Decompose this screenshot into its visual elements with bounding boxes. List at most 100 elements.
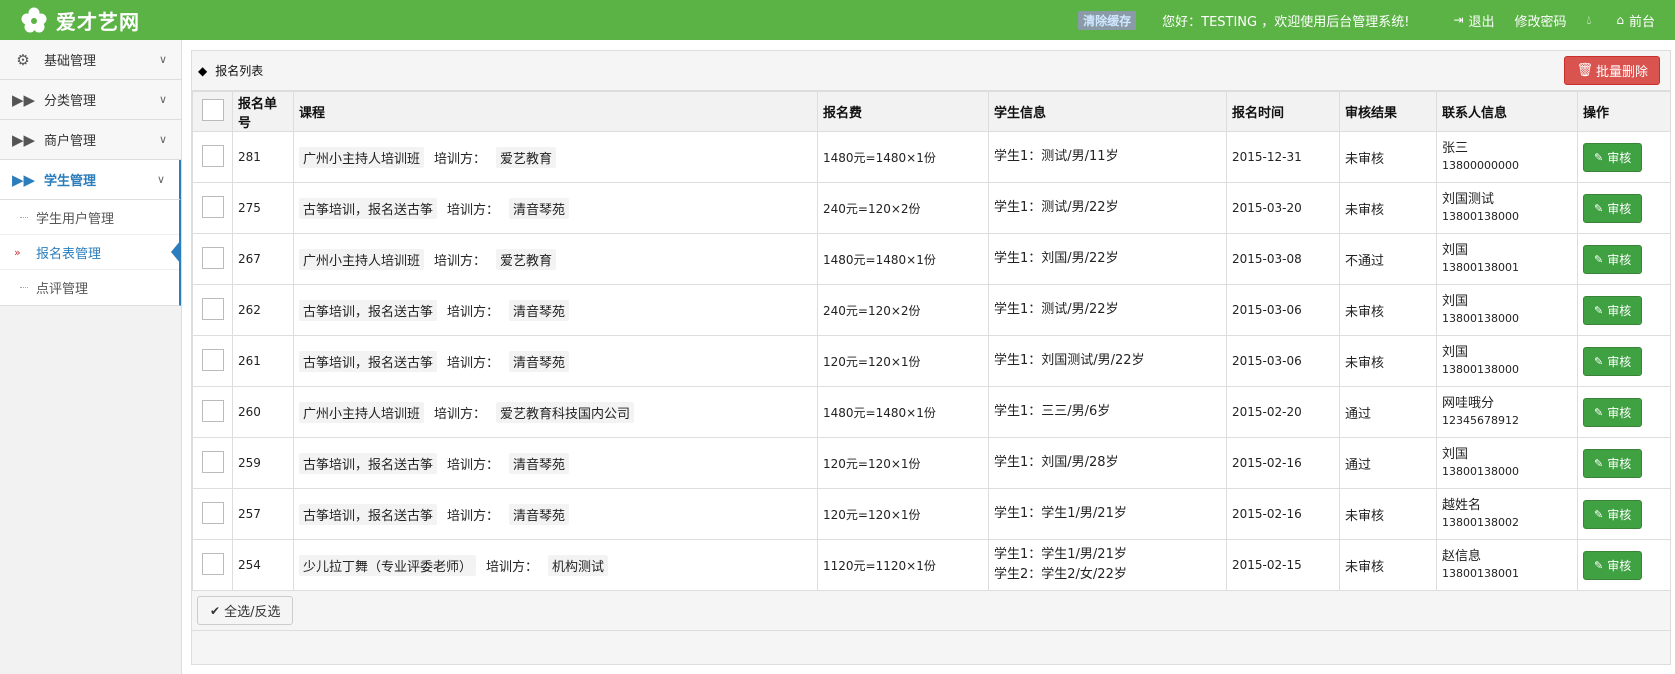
student-info-cell: 学生1：学生1/男/21岁 <box>988 488 1227 540</box>
row-checkbox[interactable] <box>202 144 224 167</box>
trainer-name: 爱艺教育 <box>496 146 557 168</box>
sidebar-item-student[interactable]: ▶▶ 学生管理 ∨ <box>0 160 181 200</box>
audit-button[interactable]: ✎ 审核 <box>1583 448 1643 478</box>
audit-button[interactable]: ✎ 审核 <box>1583 244 1643 274</box>
contact-cell: 刘国 13800138000 <box>1436 437 1578 489</box>
checkbox-cell <box>192 131 233 183</box>
theme-drop-link[interactable]: 💧︎ <box>1587 13 1597 28</box>
row-checkbox[interactable] <box>202 450 224 473</box>
row-checkbox[interactable] <box>202 552 224 575</box>
trainer-name: 清音琴苑 <box>509 452 570 474</box>
select-all-checkbox[interactable] <box>202 98 224 121</box>
student-entry: 学生1：刘国测试/男/22岁 <box>994 353 1145 368</box>
table-row: 254 少儿拉丁舞（专业评委老师） 培训方： 机构测试 1120元=1120×1… <box>192 539 1671 591</box>
contact-phone: 13800138000 <box>1442 465 1519 478</box>
table-row: 262 古筝培训，报名送古筝 培训方： 清音琴苑 240元=120×2份 学生1… <box>192 284 1671 336</box>
fee-cell: 120元=120×1份 <box>817 437 989 489</box>
contact-name: 刘国 <box>1442 243 1469 258</box>
edit-icon: ✎ <box>1594 252 1604 266</box>
audit-button[interactable]: ✎ 审核 <box>1583 550 1643 580</box>
course-cell: 广州小主持人培训班 培训方： 爱艺教育科技国内公司 <box>293 386 818 438</box>
student-info-cell: 学生1：三三/男/6岁 <box>988 386 1227 438</box>
row-checkbox[interactable] <box>202 297 224 320</box>
audit-button[interactable]: ✎ 审核 <box>1583 499 1643 529</box>
audit-label: 审核 <box>1607 201 1632 216</box>
row-checkbox[interactable] <box>202 246 224 269</box>
time-cell: 2015-02-16 <box>1226 488 1340 540</box>
audit-button[interactable]: ✎ 审核 <box>1583 193 1643 223</box>
fee-cell: 1480元=1480×1份 <box>817 386 989 438</box>
column-header: 报名时间 <box>1226 91 1340 132</box>
forward-icon: ▶▶ <box>12 130 36 149</box>
time-cell: 2015-03-20 <box>1226 182 1340 234</box>
course-cell: 古筝培训，报名送古筝 培训方： 清音琴苑 <box>293 488 818 540</box>
logout-label: 退出 <box>1468 14 1495 30</box>
time-cell: 2015-02-15 <box>1226 539 1340 591</box>
audit-button[interactable]: ✎ 审核 <box>1583 346 1643 376</box>
contact-name: 刘国 <box>1442 447 1469 462</box>
column-header: 操作 <box>1577 91 1671 132</box>
trainer-label: 培训方： <box>447 355 500 371</box>
course-name: 古筝培训，报名送古筝 <box>299 350 438 372</box>
subitem-label: 学生用户管理 <box>36 211 115 227</box>
column-header: 课程 <box>293 91 818 132</box>
trainer-name: 爱艺教育 <box>496 248 557 270</box>
batch-delete-button[interactable]: 🗑︎ 批量删除 <box>1564 56 1660 85</box>
row-checkbox[interactable] <box>202 348 224 371</box>
time-cell: 2015-03-06 <box>1226 284 1340 336</box>
audit-button[interactable]: ✎ 审核 <box>1583 397 1643 427</box>
course-cell: 古筝培训，报名送古筝 培训方： 清音琴苑 <box>293 437 818 489</box>
action-cell: ✎ 审核 <box>1577 284 1671 336</box>
logo[interactable]: 爱才艺网 <box>18 4 140 36</box>
checkbox-cell <box>192 335 233 387</box>
clear-cache-button[interactable]: 清除缓存 <box>1078 10 1137 30</box>
contact-phone: 13800138001 <box>1442 261 1519 274</box>
audit-button[interactable]: ✎ 审核 <box>1583 295 1643 325</box>
registration-panel: ◆ 报名列表 🗑︎ 批量删除 报名单号 课程 报名费 学生信息 报名时间 审核结… <box>191 50 1671 665</box>
audit-button[interactable]: ✎ 审核 <box>1583 142 1643 172</box>
registration-table: 报名单号 课程 报名费 学生信息 报名时间 审核结果 联系人信息 操作 281 … <box>192 91 1671 591</box>
sidebar-subitem-registration[interactable]: » 报名表管理 <box>0 235 181 270</box>
sidebar-subitem-reviews[interactable]: 点评管理 <box>0 270 179 305</box>
checkbox-cell <box>192 284 233 336</box>
time-cell: 2015-02-16 <box>1226 437 1340 489</box>
trainer-name: 清音琴苑 <box>509 299 570 321</box>
row-checkbox[interactable] <box>202 195 224 218</box>
frontend-link[interactable]: ⌂ 前台 <box>1616 11 1655 30</box>
select-all-button[interactable]: ✔ 全选/反选 <box>197 596 294 625</box>
table-header-row: 报名单号 课程 报名费 学生信息 报名时间 审核结果 联系人信息 操作 <box>192 91 1671 132</box>
table-row: 259 古筝培训，报名送古筝 培训方： 清音琴苑 120元=120×1份 学生1… <box>192 437 1671 489</box>
flower-logo-icon <box>21 7 47 33</box>
row-checkbox[interactable] <box>202 501 224 524</box>
fee-cell: 120元=120×1份 <box>817 488 989 540</box>
contact-name: 网哇哦分 <box>1442 396 1495 411</box>
change-password-link[interactable]: 修改密码 <box>1515 11 1567 30</box>
time-cell: 2015-03-08 <box>1226 233 1340 285</box>
checkbox-cell <box>192 437 233 489</box>
select-all-label: 全选/反选 <box>224 605 281 620</box>
contact-cell: 网哇哦分 12345678912 <box>1436 386 1578 438</box>
student-submenu: 学生用户管理 » 报名表管理 点评管理 <box>0 200 181 306</box>
student-info-cell: 学生1：学生1/男/21岁 学生2：学生2/女/22岁 <box>988 539 1227 591</box>
sidebar-item-category[interactable]: ▶▶ 分类管理 ∨ <box>0 80 181 120</box>
student-info-cell: 学生1：测试/男/22岁 <box>988 284 1227 336</box>
logout-link[interactable]: ⇥ 退出 <box>1453 11 1494 30</box>
sidebar: ⚙ 基础管理 ∨ ▶▶ 分类管理 ∨ ▶▶ 商户管理 ∨ ▶▶ 学生管理 ∨ 学… <box>0 40 182 674</box>
trash-icon: 🗑︎ <box>1576 63 1593 78</box>
sidebar-item-merchant[interactable]: ▶▶ 商户管理 ∨ <box>0 120 181 160</box>
table-row: 261 古筝培训，报名送古筝 培训方： 清音琴苑 120元=120×1份 学生1… <box>192 335 1671 387</box>
audit-label: 审核 <box>1607 303 1632 318</box>
course-name: 古筝培训，报名送古筝 <box>299 452 438 474</box>
trainer-name: 清音琴苑 <box>509 197 570 219</box>
chevron-down-icon: ∨ <box>158 133 167 146</box>
action-cell: ✎ 审核 <box>1577 386 1671 438</box>
panel-header: ◆ 报名列表 🗑︎ 批量删除 <box>192 51 1670 91</box>
sidebar-subitem-student-users[interactable]: 学生用户管理 <box>0 200 179 235</box>
row-checkbox[interactable] <box>202 399 224 422</box>
student-entry: 学生1：刘国/男/22岁 <box>994 251 1119 266</box>
sidebar-item-basic[interactable]: ⚙ 基础管理 ∨ <box>0 40 181 80</box>
audit-label: 审核 <box>1607 405 1632 420</box>
top-right-area: 清除缓存 您好：TESTING ，欢迎使用后台管理系统! ⇥ 退出 修改密码 💧… <box>1078 0 1655 40</box>
table-row: 260 广州小主持人培训班 培训方： 爱艺教育科技国内公司 1480元=1480… <box>192 386 1671 438</box>
audit-label: 审核 <box>1607 150 1632 165</box>
